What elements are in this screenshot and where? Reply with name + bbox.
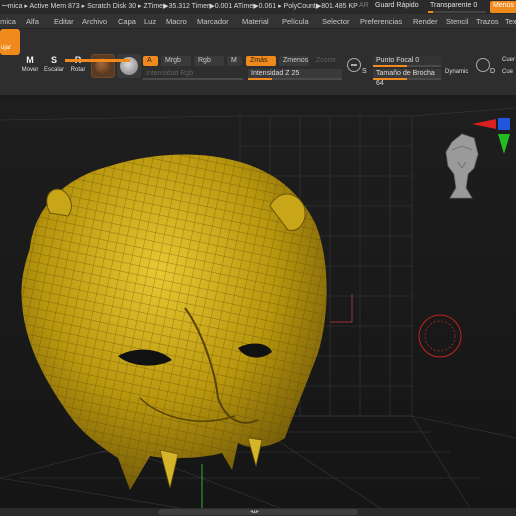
document-canvas[interactable] [0,98,516,508]
menu-item-stencil[interactable]: Stencil [446,17,469,26]
head-navigation-gizmo[interactable] [445,133,479,199]
focal-shift-label: Punto Focal 0 [376,57,420,64]
menu-item-stroke[interactable]: Trazos [476,17,499,26]
menu-item-picker[interactable]: Selector [322,17,350,26]
rgb-intensity-label: Intensidad Rgb [146,70,194,77]
scale-icon: S [50,55,57,65]
menu-item-preferences[interactable]: Preferencias [360,17,402,26]
move-label: Mover [21,67,39,73]
perspective-grid [0,107,516,508]
scroll-handle-arrows-icon: ◂▴▸ [250,509,260,515]
mrgb-toggle[interactable]: Mrgb [161,56,191,66]
zsub-toggle[interactable]: Zmenos [279,56,309,66]
a-toggle[interactable]: A [143,56,158,66]
z-intensity-label: Intensidad Z 25 [251,70,300,77]
menu-item-material[interactable]: Material [242,17,269,26]
scale-label: Escalar [43,67,64,73]
cuer-label-2: Cue [502,69,514,75]
quick-save-button[interactable]: Guard Rápido [375,2,419,9]
rotate-button[interactable]: R Rotar [64,54,92,78]
transparency-slider[interactable] [428,11,486,13]
menus-button[interactable]: Menús [490,1,516,13]
s-label: S [362,68,367,75]
rotate-label: Rotar [70,67,86,73]
brush-cursor [418,314,462,358]
dynamic-toggle[interactable]: Dynamic [445,69,468,75]
menu-item-file[interactable]: Archivo [82,17,107,26]
stroke-focal-icon[interactable] [347,58,361,72]
menu-item-render[interactable]: Render [413,17,438,26]
cuer-label-1: Cuer [502,57,516,63]
move-icon: M [26,55,34,65]
z-intensity-slider[interactable]: Intensidad Z 25 [248,69,342,80]
zadd-toggle[interactable]: Zmás [246,56,276,66]
draw-size-icon[interactable] [476,58,490,72]
tool-shelf: ujar M Mover S Escalar R Rotar A Mrgb Rg… [0,29,516,95]
material-button[interactable] [91,54,115,78]
active-tool-indicator [65,59,130,62]
menu-item-macro[interactable]: Macro [166,17,187,26]
menu-item-amica[interactable]: ꟷmica [0,17,16,27]
xyz-axis-gizmo[interactable] [472,118,510,154]
rgb-intensity-slider[interactable]: Intensidad Rgb [143,69,243,80]
mask-sculpt [21,154,327,490]
menu-item-layer[interactable]: Capa [118,17,136,26]
texture-button[interactable] [117,54,141,78]
draw-button[interactable]: ujar [0,29,20,55]
ar-button[interactable]: AR [359,2,369,9]
menu-item-texture[interactable]: Textura [505,17,516,26]
m-toggle[interactable]: M [227,56,242,66]
brush-size-slider[interactable]: Tamaño de Brocha 64 [373,69,441,87]
transparency-slider-label[interactable]: Transparente 0 [430,2,477,9]
status-bar: ꟷmica ▸ Active Mem 873 ▸ Scratch Disk 30… [0,0,516,14]
menu-bar: ꟷmica Alfa Editar Archivo Capa Luz Macro… [0,14,516,29]
menu-item-edit[interactable]: Editar [54,17,74,26]
d-label: D [490,68,496,75]
draw-label: ujar [1,45,12,51]
zcut-toggle[interactable]: Zcorte [312,56,342,66]
scroll-handle[interactable]: ◂▴▸ [158,509,358,515]
menu-item-light[interactable]: Luz [144,17,156,26]
menu-item-movie[interactable]: Película [282,17,309,26]
rgb-toggle[interactable]: Rgb [194,56,224,66]
status-info: ꟷmica ▸ Active Mem 873 ▸ Scratch Disk 30… [2,3,358,10]
menu-item-marker[interactable]: Marcador [197,17,229,26]
focal-shift-slider[interactable]: Punto Focal 0 [373,56,441,67]
menu-item-alpha[interactable]: Alfa [26,17,39,26]
